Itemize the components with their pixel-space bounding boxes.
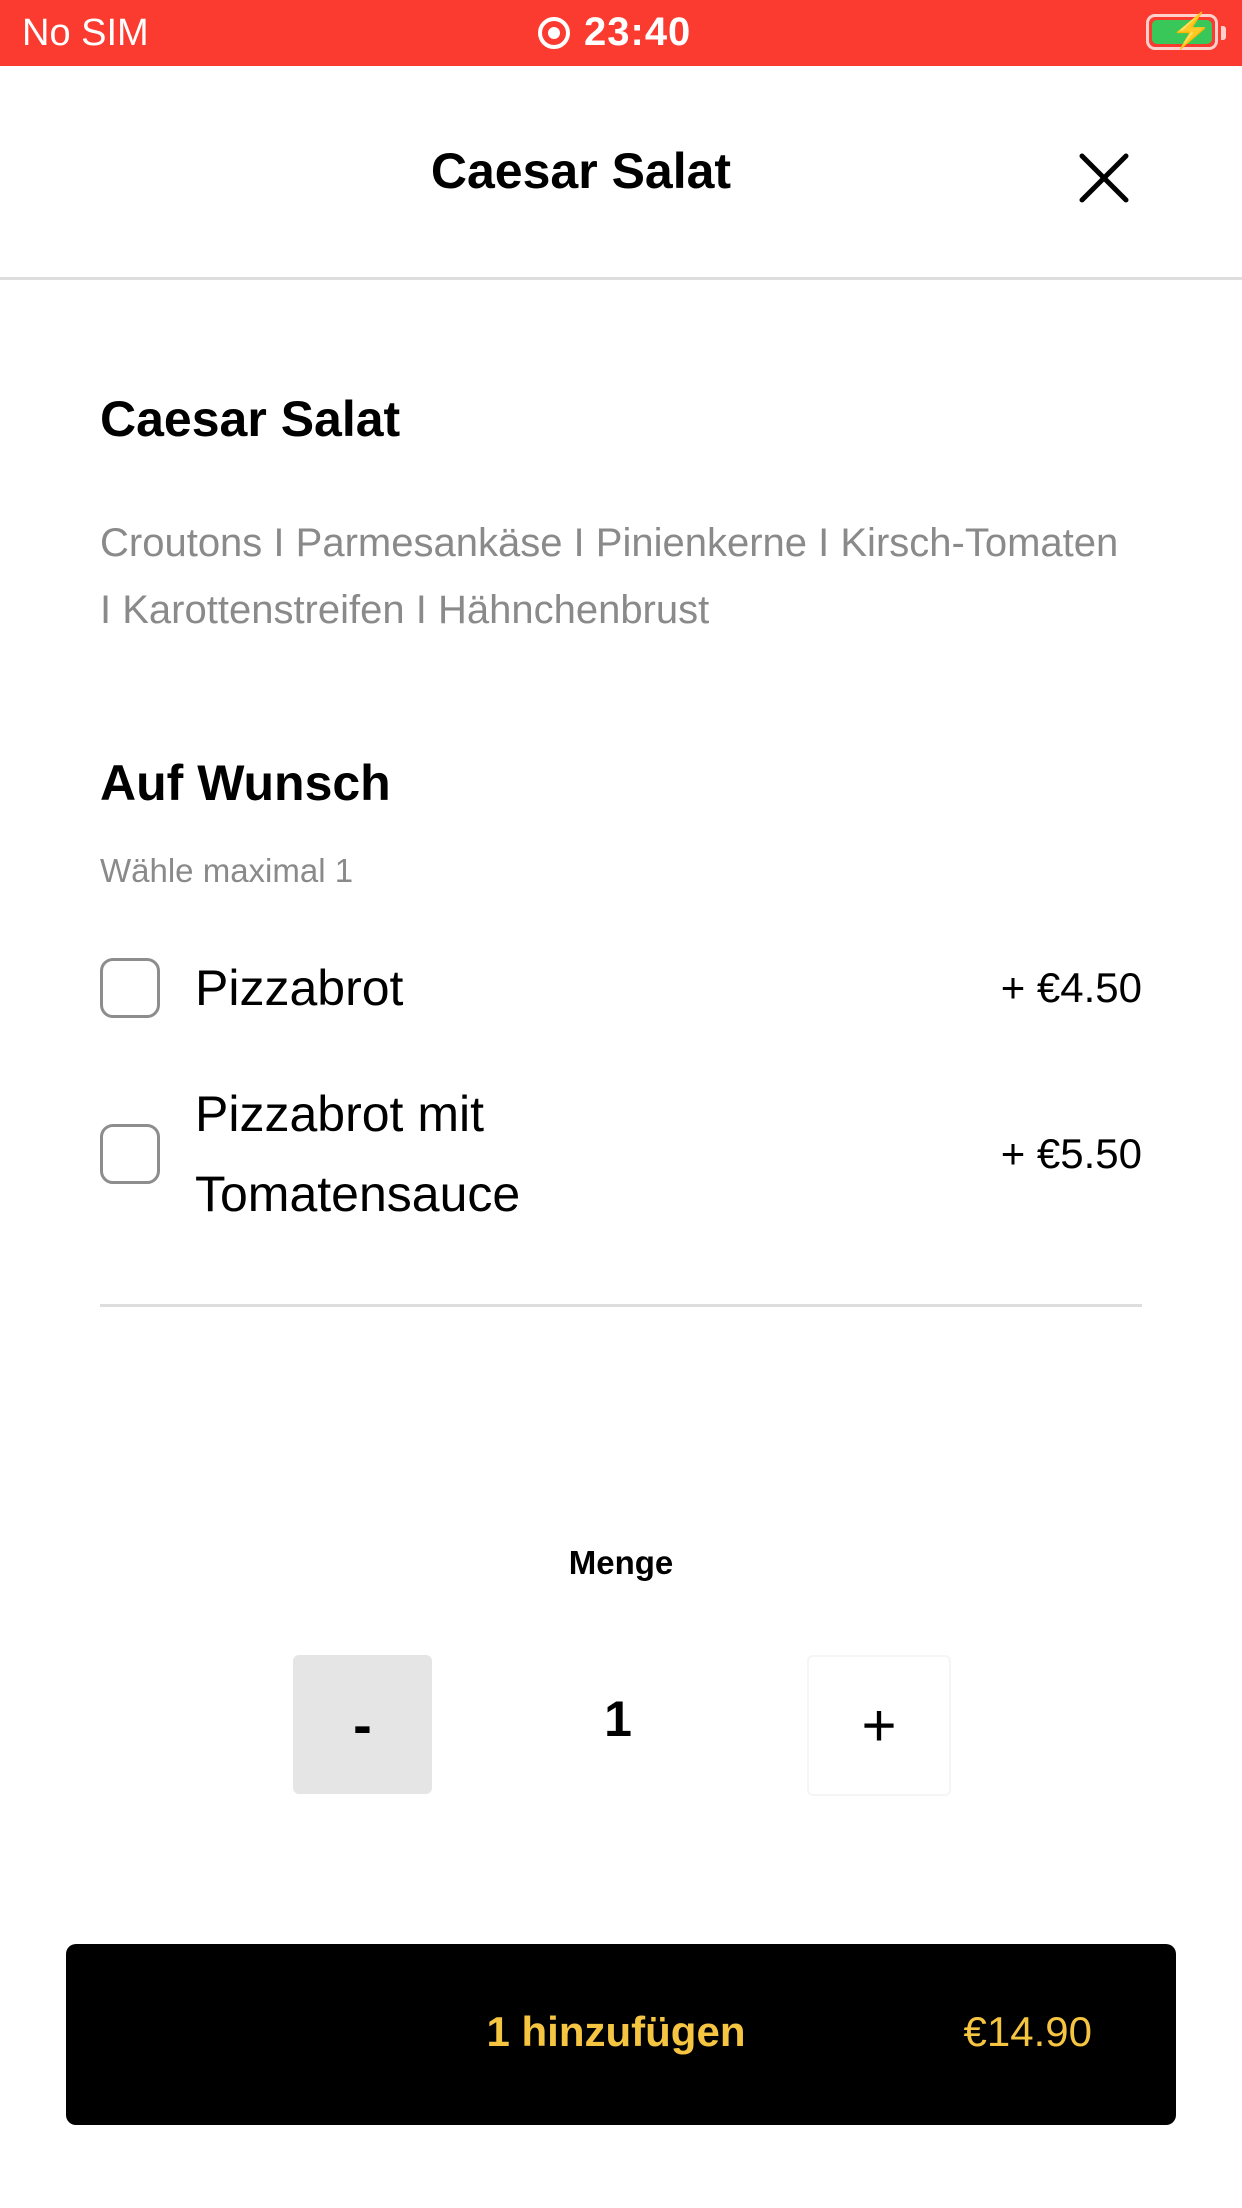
checkbox[interactable]: [100, 1124, 160, 1184]
divider: [100, 1304, 1142, 1307]
close-icon[interactable]: [1076, 150, 1132, 206]
battery-charging-icon: ⚡: [1146, 14, 1218, 50]
option-price: + €4.50: [1000, 964, 1142, 1011]
options-section-subtitle: Wähle maximal 1: [100, 852, 354, 889]
status-center: 23:40: [538, 10, 691, 55]
add-to-cart-button[interactable]: 1 hinzufügen €14.90: [66, 1944, 1176, 2125]
status-bar: No SIM 23:40 ⚡: [0, 0, 1242, 66]
carrier-label: No SIM: [22, 12, 149, 54]
item-description: Croutons I Parmesankäse I Pinienkerne I …: [100, 521, 1119, 632]
option-label: Pizzabrot: [195, 960, 404, 1016]
options-section-title: Auf Wunsch: [100, 755, 391, 811]
add-button-price: €14.90: [963, 2008, 1092, 2055]
decrease-quantity-button[interactable]: -: [293, 1655, 432, 1794]
option-price: + €5.50: [1000, 1130, 1142, 1177]
nav-bar: Caesar Salat: [0, 66, 1242, 280]
screen-recording-icon: [538, 16, 570, 49]
quantity-label: Menge: [568, 1544, 674, 1581]
option-pizzabrot-tomatensauce[interactable]: Pizzabrot mit Tomatensauce + €5.50: [100, 1074, 1142, 1234]
checkbox[interactable]: [100, 958, 160, 1018]
status-time: 23:40: [584, 10, 692, 54]
option-pizzabrot[interactable]: Pizzabrot + €4.50: [100, 948, 1142, 1028]
battery-cap: [1221, 26, 1226, 40]
increase-quantity-button[interactable]: +: [807, 1655, 951, 1796]
quantity-value: 1: [604, 1691, 632, 1747]
option-label: Pizzabrot mit Tomatensauce: [195, 1086, 521, 1222]
item-name: Caesar Salat: [100, 391, 401, 447]
page-title: Caesar Salat: [430, 143, 732, 199]
